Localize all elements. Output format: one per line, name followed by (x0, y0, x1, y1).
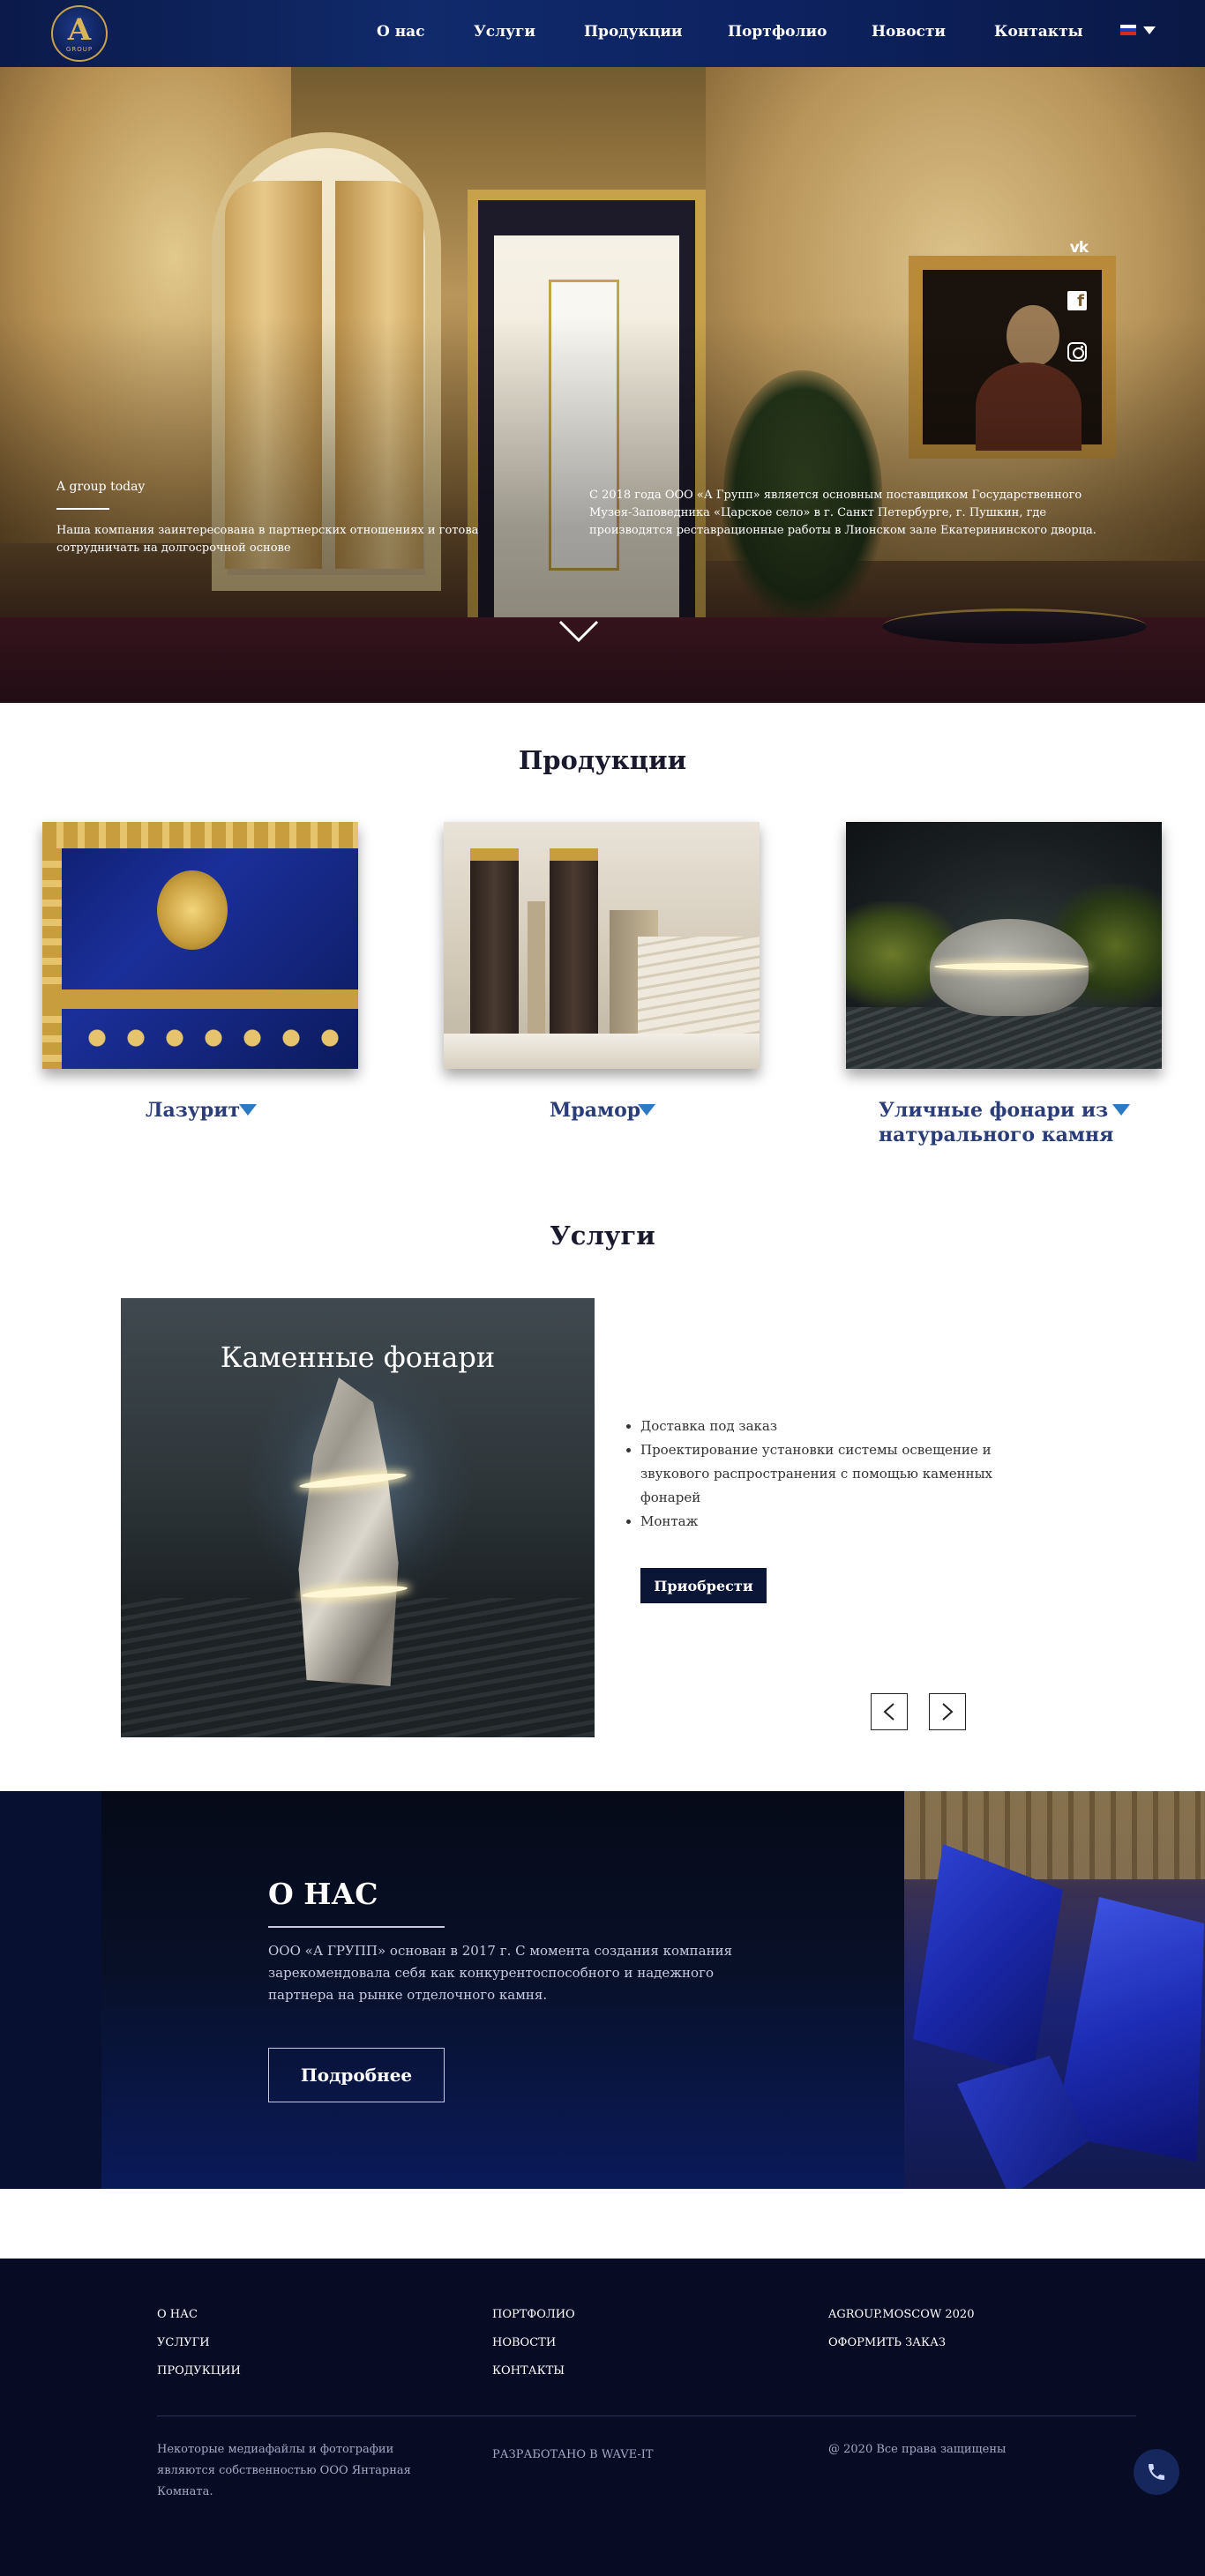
hero-left-block: A group today Наша компания заинтересова… (56, 480, 533, 557)
hero-kicker: A group today (56, 480, 146, 494)
hero-section: vk f A group today Наша компания заинтер… (0, 0, 1205, 703)
nav-portfolio[interactable]: Портфолио (728, 23, 827, 41)
expand-triangle-icon[interactable] (239, 1104, 257, 1116)
footer-media-note: Некоторые медиафайлы и фотографии являют… (157, 2443, 411, 2498)
service-slide-title: Каменные фонари (220, 1340, 496, 1374)
about-title: О НАС (268, 1877, 378, 1911)
footer-link-portfolio[interactable]: ПОРТФОЛИО (492, 2308, 575, 2321)
service-feature-item: Доставка под заказ (640, 1415, 1020, 1438)
chevron-left-icon (883, 1703, 894, 1721)
service-slide-image: Каменные фонари (121, 1298, 595, 1737)
product-image-marble (444, 822, 760, 1069)
more-button[interactable]: Подробнее (268, 2048, 445, 2102)
top-nav-bar: A GROUP О нас Услуги Продукции Портфолио… (0, 0, 1205, 67)
nav-services[interactable]: Услуги (474, 23, 535, 41)
product-label-lazurit[interactable]: Лазурит (146, 1098, 240, 1123)
product-label-lamps[interactable]: Уличные фонари из натурального камня (879, 1098, 1126, 1147)
footer-link-contacts[interactable]: КОНТАКТЫ (492, 2364, 565, 2378)
services-title: Услуги (550, 1221, 655, 1251)
nav-products[interactable]: Продукции (584, 23, 683, 41)
hero-overlay (0, 0, 1205, 703)
nav-contacts[interactable]: Контакты (994, 23, 1083, 41)
slider-next-button[interactable] (929, 1693, 966, 1730)
product-image-lamps (846, 822, 1162, 1069)
logo-subtitle: GROUP (65, 45, 94, 53)
logo-letter: A (67, 11, 92, 48)
about-text: ООО «А ГРУПП» основан в 2017 г. С момент… (268, 1943, 733, 2003)
footer-developer-link[interactable]: РАЗРАБОТАНО В WAVE-IT (492, 2445, 654, 2466)
product-card-lazurit[interactable] (42, 822, 358, 1069)
footer-divider (157, 2415, 1136, 2416)
phone-icon (1149, 2464, 1164, 2480)
hero-right-text: С 2018 года ООО «А Групп» является основ… (589, 489, 1096, 537)
vk-icon[interactable]: vk (1067, 236, 1090, 259)
chevron-right-icon (942, 1703, 954, 1721)
social-links: vk f (1067, 236, 1094, 393)
nav-news[interactable]: Новости (872, 23, 946, 41)
product-label-marble[interactable]: Мрамор (550, 1098, 640, 1123)
service-feature-list: Доставка под заказ Проектирование устано… (623, 1415, 1020, 1534)
nav-about[interactable]: О нас (377, 23, 425, 41)
site-footer (0, 2259, 1205, 2576)
footer-link-products[interactable]: ПРОДУКЦИИ (157, 2364, 241, 2378)
slider-prev-button[interactable] (871, 1693, 908, 1730)
expand-triangle-icon[interactable] (638, 1104, 655, 1116)
footer-link-services[interactable]: УСЛУГИ (157, 2336, 210, 2349)
footer-link-about[interactable]: О НАС (157, 2308, 198, 2321)
language-selector[interactable] (1120, 25, 1156, 35)
footer-link-order[interactable]: ОФОРМИТЬ ЗАКАЗ (828, 2336, 946, 2349)
hero-divider (56, 508, 109, 510)
service-feature-item: Монтаж (640, 1510, 1020, 1534)
expand-triangle-icon[interactable] (1112, 1104, 1130, 1116)
about-divider (268, 1926, 445, 1928)
footer-link-news[interactable]: НОВОСТИ (492, 2336, 556, 2349)
facebook-icon[interactable]: f (1067, 291, 1087, 310)
company-logo[interactable]: A GROUP (51, 5, 108, 62)
russian-flag-icon (1120, 25, 1136, 35)
footer-copyright: @ 2020 Все права защищены (828, 2443, 1007, 2456)
scroll-down-icon[interactable] (558, 619, 599, 644)
call-button[interactable] (1134, 2449, 1179, 2495)
product-image-lazurit (42, 822, 358, 1069)
buy-button[interactable]: Приобрести (640, 1568, 767, 1603)
products-title: Продукции (518, 745, 687, 775)
product-card-marble[interactable] (444, 822, 760, 1069)
about-image-lapis (904, 1791, 1205, 2189)
footer-site-name[interactable]: AGROUP.MOSCOW 2020 (828, 2308, 974, 2321)
product-card-lamps[interactable] (846, 822, 1162, 1069)
hero-left-text: Наша компания заинтересована в партнерск… (56, 524, 479, 555)
instagram-icon[interactable] (1067, 342, 1087, 362)
service-feature-item: Проектирование установки системы освещен… (640, 1438, 1020, 1510)
chevron-down-icon (1143, 26, 1156, 34)
